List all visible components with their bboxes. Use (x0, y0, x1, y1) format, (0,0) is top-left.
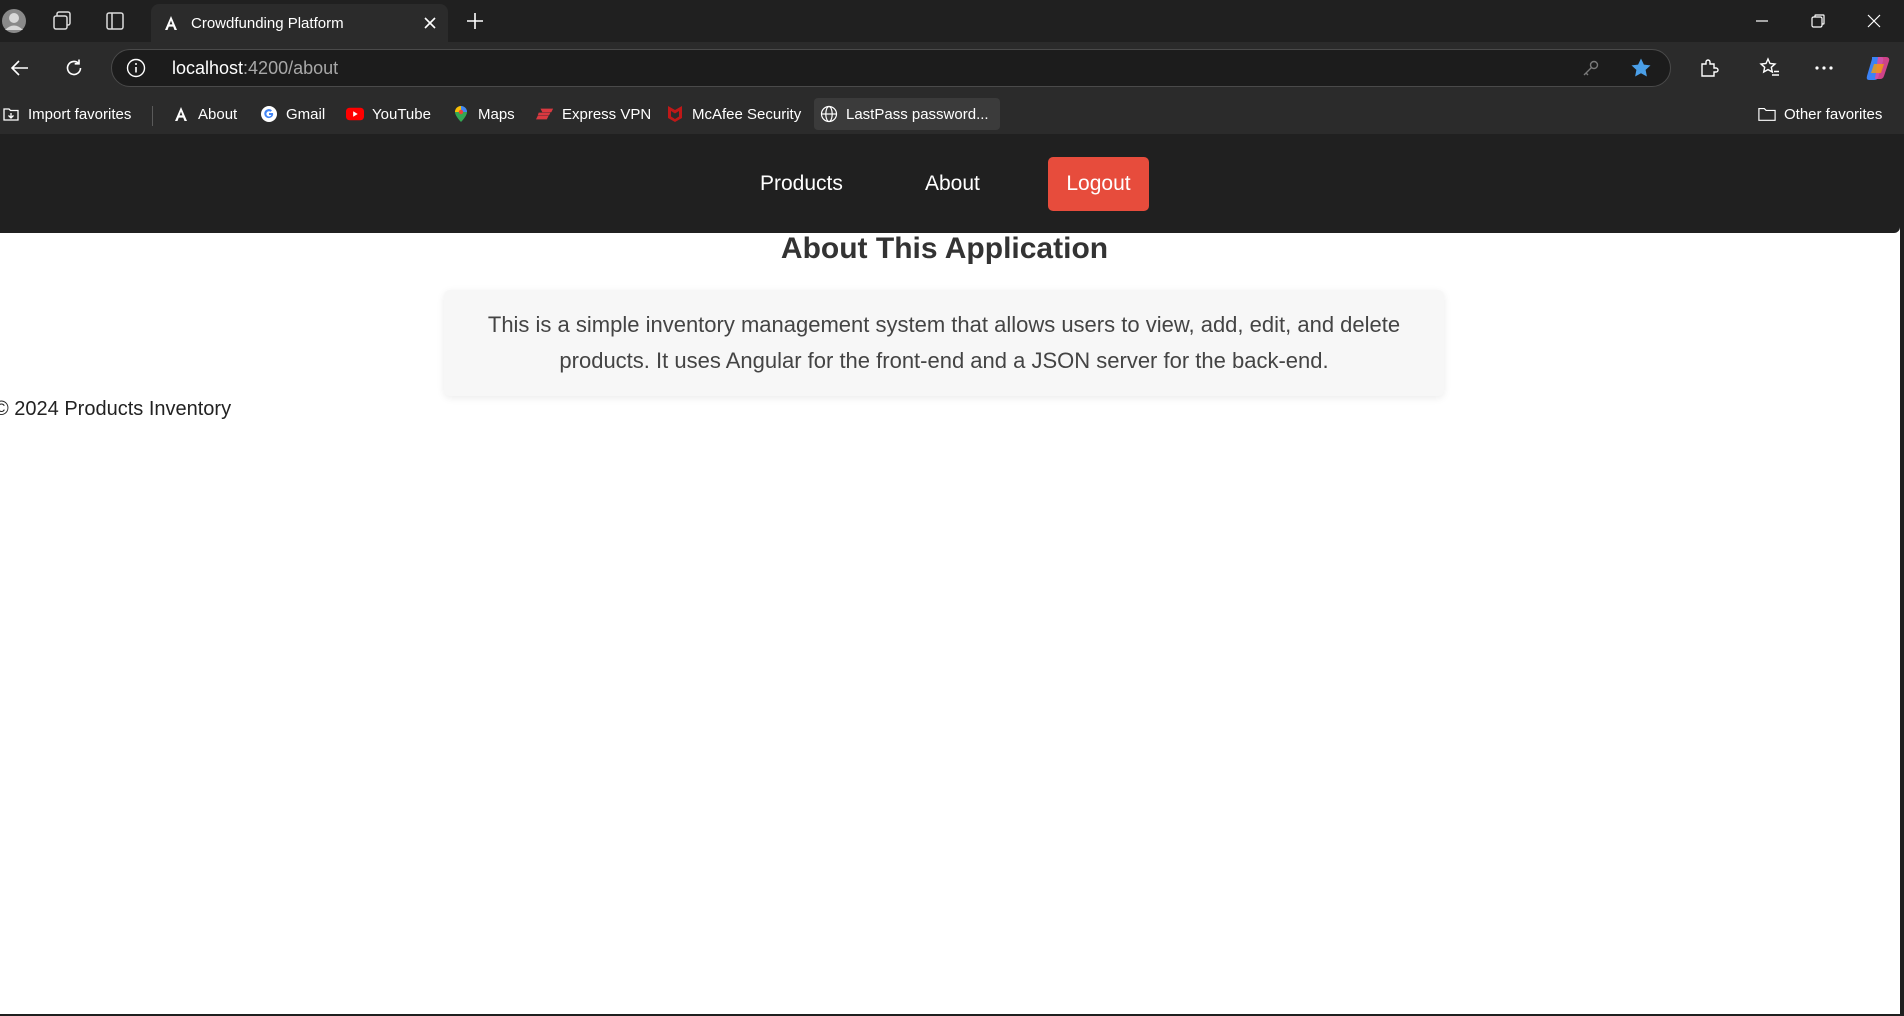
youtube-icon (346, 105, 364, 123)
bookmark-lastpass[interactable]: LastPass password... (814, 98, 1000, 130)
url-text[interactable]: localhost:4200/about (172, 50, 338, 86)
puzzle-icon (1701, 59, 1719, 77)
mcafee-icon (666, 105, 684, 123)
folder-icon (1758, 105, 1776, 123)
favorites-list-icon (1759, 57, 1779, 76)
globe-icon (820, 105, 838, 123)
profile-avatar[interactable] (0, 0, 38, 42)
close-window-button[interactable] (1846, 0, 1902, 42)
ellipsis-icon (1815, 66, 1833, 70)
google-icon (260, 105, 278, 123)
other-favorites-label: Other favorites (1784, 105, 1883, 123)
map-pin-icon (452, 105, 470, 123)
nav-products-link[interactable]: Products (760, 134, 843, 233)
workspaces-icon (53, 11, 71, 30)
bookmark-about[interactable]: About (166, 98, 243, 130)
address-bar[interactable]: localhost:4200/about (111, 49, 1671, 87)
bookmark-label: LastPass password... (846, 105, 989, 123)
bookmark-youtube[interactable]: YouTube (340, 98, 437, 130)
site-info-icon[interactable] (126, 50, 146, 86)
browser-toolbar: localhost:4200/about (0, 42, 1904, 94)
bookmark-label: Express VPN (562, 105, 652, 123)
window-right-edge (1900, 134, 1904, 1016)
plus-icon (467, 13, 483, 29)
minimize-icon (1756, 20, 1768, 22)
about-description: This is a simple inventory management sy… (487, 312, 1401, 373)
bookmark-label: Maps (478, 105, 515, 123)
about-card: This is a simple inventory management sy… (444, 290, 1444, 396)
favorite-star-icon[interactable] (1630, 50, 1652, 86)
bookmark-divider (152, 106, 153, 126)
vertical-tabs-icon (106, 12, 124, 30)
url-path: :4200/about (243, 57, 339, 78)
url-host: localhost (172, 57, 244, 78)
bookmark-import-favorites[interactable]: Import favorites (0, 98, 137, 130)
bookmark-label: About (198, 105, 238, 123)
refresh-button[interactable] (54, 42, 94, 94)
workspaces-button[interactable] (38, 0, 86, 42)
bookmark-label: YouTube (372, 105, 431, 123)
footer-text: © 2024 Products Inventory (0, 398, 232, 420)
restore-button[interactable] (1790, 0, 1846, 42)
password-key-icon[interactable] (1582, 50, 1600, 86)
angular-a-icon (172, 105, 190, 123)
tab-title: Crowdfunding Platform (191, 14, 344, 32)
tab-strip: Crowdfunding Platform (0, 0, 1904, 42)
nav-about-link[interactable]: About (925, 134, 980, 233)
copilot-icon (1866, 57, 1890, 80)
page-title: About This Application (780, 232, 1109, 265)
bookmark-label: Import favorites (28, 105, 132, 123)
profile-icon (2, 9, 26, 33)
close-icon (1867, 14, 1881, 28)
close-tab-icon[interactable] (412, 5, 448, 41)
bookmark-label: Gmail (286, 105, 326, 123)
tab-actions-button[interactable] (91, 0, 139, 42)
import-icon (2, 105, 20, 123)
angular-a-icon (161, 13, 181, 33)
new-tab-button[interactable] (460, 0, 490, 42)
other-favorites-folder[interactable]: Other favorites (1752, 98, 1888, 130)
bookmark-gmail[interactable]: Gmail (254, 98, 331, 130)
bookmark-maps[interactable]: Maps (446, 98, 521, 130)
expressvpn-icon (536, 105, 554, 123)
minimize-button[interactable] (1734, 0, 1790, 42)
extensions-button[interactable] (1689, 42, 1729, 94)
arrow-left-icon (10, 60, 28, 76)
favorites-button[interactable] (1750, 42, 1790, 94)
more-options-button[interactable] (1804, 42, 1844, 94)
app-navbar: Products About Logout (0, 134, 1900, 233)
logout-button[interactable]: Logout (1048, 157, 1149, 211)
back-button[interactable] (0, 42, 40, 94)
bookmarks-bar: Import favorites About Gmail YouTube Map… (0, 94, 1904, 134)
bookmark-label: McAfee Security (692, 105, 802, 123)
refresh-icon (66, 59, 82, 76)
bookmark-mcafee[interactable]: McAfee Security (660, 98, 807, 130)
bookmark-express-vpn[interactable]: Express VPN (530, 98, 657, 130)
tab-active[interactable]: Crowdfunding Platform (151, 4, 448, 42)
restore-icon (1811, 14, 1825, 28)
copilot-button[interactable] (1858, 42, 1898, 94)
